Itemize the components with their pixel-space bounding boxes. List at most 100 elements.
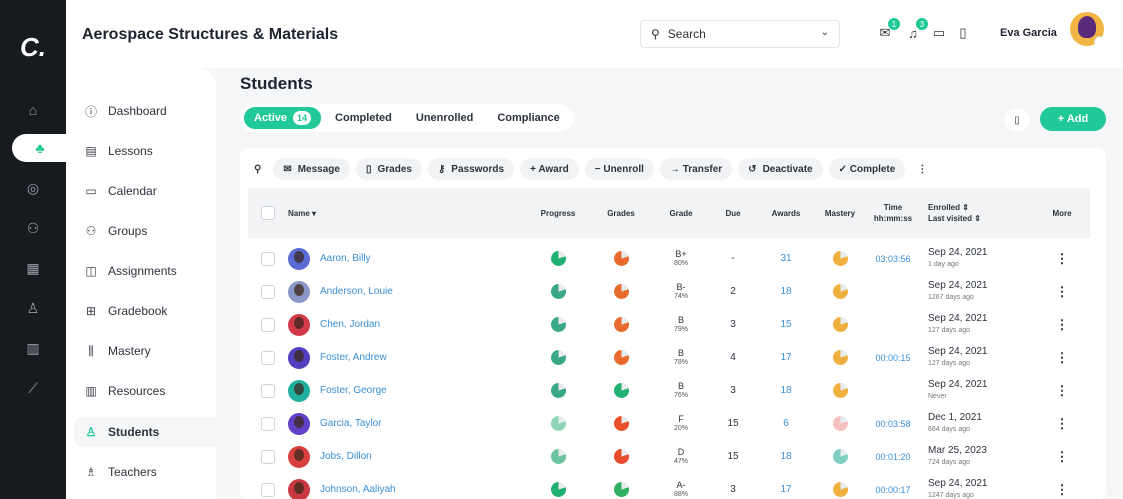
calendar-icon[interactable]: ▭	[930, 24, 948, 42]
grades-pie-icon[interactable]	[613, 317, 629, 332]
bell-icon[interactable]: ♫ 3	[904, 18, 928, 42]
passwords-button[interactable]: ⚷ Passwords	[427, 158, 515, 180]
row-menu-icon[interactable]: ⋮	[1056, 482, 1069, 498]
chevron-down-icon[interactable]: ⌄	[1094, 36, 1104, 46]
sidebar-item-teachers[interactable]: ♗ Teachers	[74, 457, 216, 487]
app-logo[interactable]: C.	[14, 28, 52, 66]
progress-pie-icon[interactable]	[550, 350, 566, 365]
table-row[interactable]: Jobs, Dillon D 47% 15 18 00:01:20 Mar 25,…	[248, 440, 1090, 473]
progress-pie-icon[interactable]	[550, 251, 566, 266]
grades-pie-icon[interactable]	[613, 482, 629, 497]
tab-active[interactable]: Active 14	[244, 107, 322, 129]
student-name-link[interactable]: Chen, Jordan	[320, 319, 380, 330]
mastery-pie-icon[interactable]	[832, 251, 848, 266]
sidebar-item-students[interactable]: ♙ Students	[74, 417, 216, 447]
user-name[interactable]: Eva Garcia	[1000, 27, 1057, 39]
student-name-link[interactable]: Aaron, Billy	[320, 253, 371, 264]
mastery-pie-icon[interactable]	[832, 449, 848, 464]
sidebar-item-assignments[interactable]: ◫ Assignments	[74, 256, 216, 286]
grades-button[interactable]: ▯ Grades	[355, 158, 422, 180]
sidebar-item-lessons[interactable]: ▤ Lessons	[74, 136, 216, 166]
time-link[interactable]: 00:00:15	[875, 353, 910, 363]
sidebar-item-resources[interactable]: ▥ Resources	[74, 376, 216, 406]
row-checkbox[interactable]	[261, 383, 275, 398]
target-icon[interactable]: ◎	[0, 174, 66, 202]
student-name-link[interactable]: Johnson, Aaliyah	[320, 484, 396, 495]
grades-pie-icon[interactable]	[613, 449, 629, 464]
student-name-link[interactable]: Jobs, Dillon	[320, 451, 372, 462]
user-icon[interactable]: ♙	[0, 294, 66, 322]
grid-icon[interactable]: ▦	[0, 254, 66, 282]
time-link[interactable]: 00:01:20	[875, 452, 910, 462]
progress-pie-icon[interactable]	[550, 482, 566, 497]
progress-pie-icon[interactable]	[550, 284, 566, 299]
row-menu-icon[interactable]: ⋮	[1056, 284, 1069, 300]
time-link[interactable]: 00:03:58	[875, 419, 910, 429]
row-menu-icon[interactable]: ⋮	[1056, 416, 1069, 432]
grades-pie-icon[interactable]	[613, 350, 629, 365]
sidebar-item-mastery[interactable]: ⫼ Mastery	[74, 336, 216, 366]
table-row[interactable]: Johnson, Aaliyah A- 88% 3 17 00:00:17 Sep…	[248, 473, 1090, 499]
awards-link[interactable]: 6	[783, 418, 789, 429]
complete-button[interactable]: ✓ Complete	[828, 158, 906, 180]
student-name-link[interactable]: Foster, George	[320, 385, 387, 396]
student-name-link[interactable]: Anderson, Louie	[320, 286, 393, 297]
row-menu-icon[interactable]: ⋮	[1056, 449, 1069, 465]
clipboard-icon[interactable]: ▯	[954, 24, 972, 42]
awards-link[interactable]: 18	[780, 385, 791, 396]
sidebar-item-gradebook[interactable]: ⊞ Gradebook	[74, 296, 216, 326]
progress-pie-icon[interactable]	[550, 317, 566, 332]
table-row[interactable]: Garcia, Taylor F 20% 15 6 00:03:58 Dec 1,…	[248, 407, 1090, 440]
search-box[interactable]: ⚲ Search ⌄	[640, 20, 840, 48]
progress-pie-icon[interactable]	[550, 416, 566, 431]
award-button[interactable]: + Award	[520, 158, 579, 180]
unenroll-button[interactable]: − Unenroll	[584, 158, 654, 180]
mastery-pie-icon[interactable]	[832, 317, 848, 332]
group-icon[interactable]: ⚇	[0, 214, 66, 242]
table-row[interactable]: Chen, Jordan B 79% 3 15 Sep 24, 2021 127 d…	[248, 308, 1090, 341]
row-checkbox[interactable]	[261, 449, 275, 464]
tab-unenrolled[interactable]: Unenrolled	[406, 107, 483, 129]
user-avatar[interactable]: ⌄	[1070, 12, 1104, 46]
time-link[interactable]: 03:03:56	[875, 254, 910, 264]
mastery-pie-icon[interactable]	[832, 350, 848, 365]
mastery-pie-icon[interactable]	[832, 482, 848, 497]
home-icon[interactable]: ⌂	[0, 96, 66, 124]
toolbar-more-icon[interactable]: ⋮	[911, 158, 933, 180]
row-checkbox[interactable]	[261, 482, 275, 497]
col-name[interactable]: Name ▾	[288, 188, 408, 238]
grades-pie-icon[interactable]	[613, 416, 629, 431]
transfer-button[interactable]: → Transfer	[659, 158, 733, 180]
progress-pie-icon[interactable]	[550, 383, 566, 398]
sidebar-item-groups[interactable]: ⚇ Groups	[74, 216, 216, 246]
checkbox[interactable]	[261, 206, 275, 220]
table-row[interactable]: Foster, Andrew B 78% 4 17 00:00:15 Sep 24…	[248, 341, 1090, 374]
col-enrolled[interactable]: Enrolled ⇕ Last visited ⇕	[928, 188, 1008, 238]
select-all-checkbox[interactable]	[260, 188, 276, 238]
grades-pie-icon[interactable]	[613, 251, 629, 266]
chevron-down-icon[interactable]: ⌄	[821, 27, 829, 38]
tab-compliance[interactable]: Compliance	[487, 107, 569, 129]
row-checkbox[interactable]	[261, 416, 275, 431]
add-button[interactable]: + Add	[1040, 107, 1106, 131]
awards-link[interactable]: 18	[780, 286, 791, 297]
mastery-pie-icon[interactable]	[832, 416, 848, 431]
awards-link[interactable]: 15	[780, 319, 791, 330]
deactivate-button[interactable]: ↺ Deactivate	[738, 158, 823, 180]
row-menu-icon[interactable]: ⋮	[1056, 317, 1069, 333]
time-link[interactable]: 00:00:17	[875, 485, 910, 495]
export-button[interactable]: ▯	[1004, 109, 1030, 131]
grades-pie-icon[interactable]	[613, 284, 629, 299]
row-menu-icon[interactable]: ⋮	[1056, 350, 1069, 366]
progress-pie-icon[interactable]	[550, 449, 566, 464]
row-checkbox[interactable]	[261, 284, 275, 299]
table-row[interactable]: Anderson, Louie B- 74% 2 18 Sep 24, 2021 1…	[248, 275, 1090, 308]
chart-icon[interactable]: ⟋	[0, 374, 66, 402]
row-checkbox[interactable]	[261, 317, 275, 332]
mastery-pie-icon[interactable]	[832, 383, 848, 398]
student-name-link[interactable]: Foster, Andrew	[320, 352, 387, 363]
row-checkbox[interactable]	[261, 251, 275, 266]
student-name-link[interactable]: Garcia, Taylor	[320, 418, 382, 429]
awards-link[interactable]: 17	[780, 352, 791, 363]
table-search-button[interactable]: ⚲	[248, 158, 267, 180]
